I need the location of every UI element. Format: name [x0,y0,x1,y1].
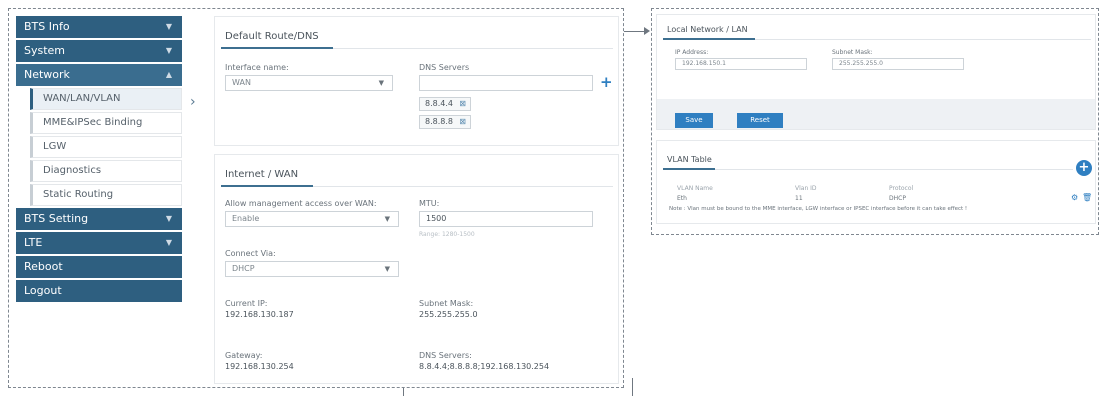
menu-label: Network [24,68,70,81]
current-ip-label: Current IP: [225,299,268,308]
allow-wan-label: Allow management access over WAN: [225,199,377,208]
panel-title: Local Network / LAN [667,25,748,34]
interface-name-label: Interface name: [225,63,289,72]
submenu-mme-ipsec[interactable]: MME&IPSec Binding [30,112,182,134]
subnet-mask-input[interactable]: 255.255.255.0 [832,58,964,70]
title-underline [221,185,313,187]
menu-label: LTE [24,236,43,249]
caret-down-icon: ▼ [378,79,384,87]
divider [663,169,1073,170]
subnet-mask-value: 255.255.255.0 [419,310,478,319]
select-value: Enable [232,214,260,223]
sidebar-menu: BTS Info ▼ System ▼ Network ▲ WAN/LAN/VL… [16,16,182,304]
table-header: Protocol [889,185,914,192]
table-header: Vlan ID [795,185,817,192]
menu-label: Logout [24,284,62,297]
dns-server-input[interactable] [419,75,593,91]
lan-panel: Local Network / LAN IP Address: 192.168.… [656,14,1096,130]
save-button[interactable]: Save [675,113,713,128]
submenu-static-routing[interactable]: Static Routing [30,184,182,206]
panel-title: Internet / WAN [225,169,299,180]
dns-entry-value: 8.8.4.4 [425,99,453,108]
reset-button[interactable]: Reset [737,113,783,128]
dns-entry: 8.8.8.8 ⊠ [419,115,471,129]
menu-lte[interactable]: LTE ▼ [16,232,182,254]
mtu-range-hint: Range: 1280-1500 [419,231,475,238]
allow-wan-select[interactable]: Enable ▼ [225,211,399,227]
title-underline [663,38,755,40]
menu-network[interactable]: Network ▲ [16,64,182,86]
caret-down-icon: ▼ [384,265,390,273]
interface-name-select[interactable]: WAN ▼ [225,75,393,91]
connect-via-label: Connect Via: [225,249,276,258]
default-route-panel: Default Route/DNS Interface name: WAN ▼ … [214,16,619,146]
select-value: DHCP [232,264,255,273]
menu-label: Reboot [24,260,63,273]
chevron-down-icon: ▼ [165,22,172,31]
subnet-mask-label: Subnet Mask: [832,49,873,56]
gateway-value: 192.168.130.254 [225,362,294,371]
connector-line-bottom [403,388,404,396]
select-value: WAN [232,78,251,87]
gateway-label: Gateway: [225,351,263,360]
panel-title: Default Route/DNS [225,31,319,42]
connector-line-top [624,31,644,32]
menu-label: BTS Info [24,20,70,33]
submenu-wan-lan-vlan[interactable]: WAN/LAN/VLAN [30,88,182,110]
mtu-input[interactable]: 1500 [419,211,593,227]
menu-label: BTS Setting [24,212,89,225]
vlan-panel: VLAN Table + VLAN Name Vlan ID Protocol … [656,140,1096,224]
menu-logout[interactable]: Logout [16,280,182,302]
menu-system[interactable]: System ▼ [16,40,182,62]
internet-wan-panel: Internet / WAN Allow management access o… [214,154,619,384]
menu-bts-info[interactable]: BTS Info ▼ [16,16,182,38]
delete-icon[interactable]: ⊠ [459,98,466,110]
menu-reboot[interactable]: Reboot [16,256,182,278]
chevron-down-icon: ▼ [165,238,172,247]
menu-bts-setting[interactable]: BTS Setting ▼ [16,208,182,230]
button-bar [657,99,1095,129]
dns-servers-label: DNS Servers: [419,351,472,360]
ip-address-input[interactable]: 192.168.150.1 [675,58,807,70]
table-cell: Eth [677,195,687,202]
delete-icon[interactable]: 🗑 [1082,193,1092,202]
dns-servers-value: 8.8.4.4;8.8.8.8;192.168.130.254 [419,362,550,371]
title-underline [663,168,715,170]
chevron-right-icon: › [190,94,196,110]
chevron-down-icon: ▼ [165,214,172,223]
add-dns-icon[interactable]: + [600,73,613,91]
table-cell: 11 [795,195,803,202]
edit-icon[interactable]: ⚙ [1071,193,1078,202]
submenu-diagnostics[interactable]: Diagnostics [30,160,182,182]
table-header: VLAN Name [677,185,713,192]
connector-line-right [632,378,633,396]
subnet-mask-label: Subnet Mask: [419,299,474,308]
current-ip-value: 192.168.130.187 [225,310,294,319]
ip-address-label: IP Address: [675,49,709,56]
connect-via-select[interactable]: DHCP ▼ [225,261,399,277]
vlan-note: Note : Vlan must be bound to the MME int… [669,206,968,212]
submenu-lgw[interactable]: LGW [30,136,182,158]
dns-entry: 8.8.4.4 ⊠ [419,97,471,111]
mtu-label: MTU: [419,199,440,208]
dns-entry-value: 8.8.8.8 [425,117,453,126]
chevron-down-icon: ▼ [165,46,172,55]
delete-icon[interactable]: ⊠ [459,116,466,128]
add-vlan-icon[interactable]: + [1076,160,1092,176]
title-underline [221,47,333,49]
table-cell: DHCP [889,195,906,202]
chevron-up-icon: ▲ [165,70,172,79]
panel-title: VLAN Table [667,155,712,164]
connector-arrow-top [644,27,650,35]
caret-down-icon: ▼ [384,215,390,223]
dns-servers-label: DNS Servers [419,63,470,72]
menu-label: System [24,44,66,57]
